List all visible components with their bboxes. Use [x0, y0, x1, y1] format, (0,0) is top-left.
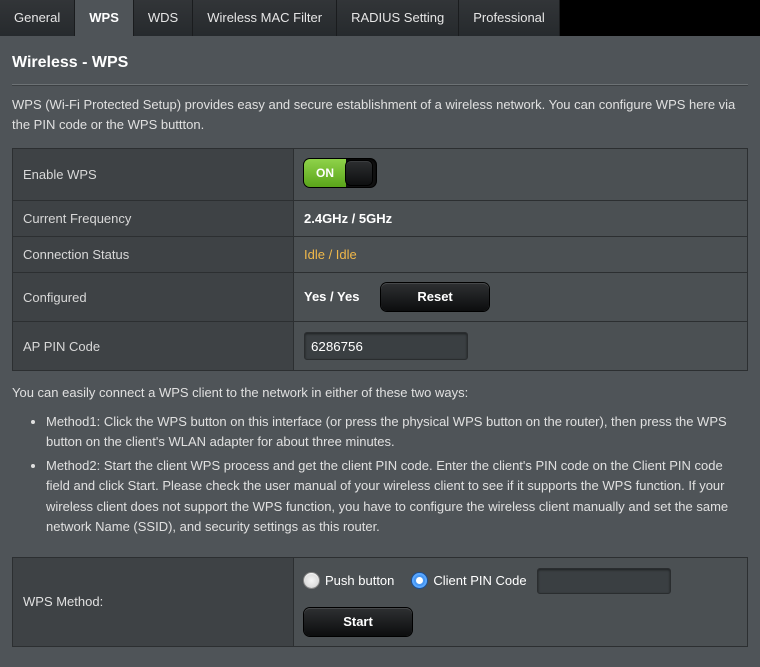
- tab-wps[interactable]: WPS: [75, 0, 134, 36]
- radio-push-button[interactable]: [304, 573, 319, 588]
- tab-bar: General WPS WDS Wireless MAC Filter RADI…: [0, 0, 760, 36]
- tab-radius[interactable]: RADIUS Setting: [337, 0, 459, 36]
- tab-wds[interactable]: WDS: [134, 0, 193, 36]
- client-pin-input[interactable]: [537, 568, 671, 594]
- row-configured: Configured Yes / Yes Reset: [13, 273, 748, 322]
- page-title: Wireless - WPS: [0, 36, 760, 80]
- label-ap-pin: AP PIN Code: [13, 322, 294, 371]
- value-frequency: 2.4GHz / 5GHz: [294, 201, 748, 237]
- methods-list: Method1: Click the WPS button on this in…: [46, 412, 748, 537]
- wps-method-table: WPS Method: Push button Client PIN Code …: [12, 557, 748, 647]
- tab-professional[interactable]: Professional: [459, 0, 560, 36]
- toggle-knob: [346, 161, 372, 185]
- row-connection-status: Connection Status Idle / Idle: [13, 237, 748, 273]
- page-description: WPS (Wi-Fi Protected Setup) provides eas…: [0, 95, 760, 148]
- toggle-on-label: ON: [304, 159, 346, 187]
- method-2: Method2: Start the client WPS process an…: [46, 456, 748, 537]
- tab-general[interactable]: General: [0, 0, 75, 36]
- label-enable-wps: Enable WPS: [13, 149, 294, 201]
- row-ap-pin: AP PIN Code: [13, 322, 748, 371]
- wps-method-options: Push button Client PIN Code: [304, 568, 737, 594]
- start-button[interactable]: Start: [304, 608, 412, 636]
- label-connection-status: Connection Status: [13, 237, 294, 273]
- value-configured: Yes / Yes: [304, 289, 359, 304]
- label-configured: Configured: [13, 273, 294, 322]
- label-wps-method: WPS Method:: [13, 557, 294, 646]
- tab-mac-filter[interactable]: Wireless MAC Filter: [193, 0, 337, 36]
- row-frequency: Current Frequency 2.4GHz / 5GHz: [13, 201, 748, 237]
- enable-wps-toggle[interactable]: ON: [304, 159, 376, 187]
- row-enable-wps: Enable WPS ON: [13, 149, 748, 201]
- value-connection-status: Idle / Idle: [304, 247, 357, 262]
- wps-settings-table: Enable WPS ON Current Frequency 2.4GHz /…: [12, 148, 748, 371]
- methods-intro: You can easily connect a WPS client to t…: [0, 371, 760, 406]
- radio-client-pin-label: Client PIN Code: [433, 573, 526, 588]
- label-frequency: Current Frequency: [13, 201, 294, 237]
- wps-settings-page: General WPS WDS Wireless MAC Filter RADI…: [0, 0, 760, 667]
- radio-push-button-label: Push button: [325, 573, 394, 588]
- reset-button[interactable]: Reset: [381, 283, 489, 311]
- radio-client-pin[interactable]: [412, 573, 427, 588]
- divider: [12, 84, 748, 85]
- ap-pin-input[interactable]: [304, 332, 468, 360]
- method-1: Method1: Click the WPS button on this in…: [46, 412, 748, 452]
